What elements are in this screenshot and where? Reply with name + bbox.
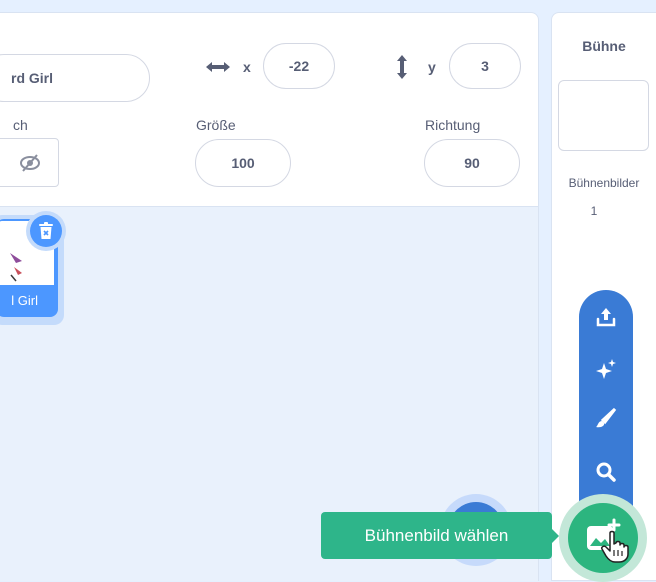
upload-icon — [596, 308, 616, 327]
trash-icon — [39, 222, 53, 239]
y-value: 3 — [481, 58, 489, 74]
search-icon — [596, 462, 616, 482]
sprite-figure-icon — [10, 253, 22, 282]
sprite-name-value: rd Girl — [11, 70, 54, 86]
eye-hidden-icon — [19, 153, 40, 172]
stage-title: Bühne — [582, 38, 626, 54]
hand-cursor-icon — [601, 530, 629, 563]
backdrops-count: 1 — [590, 204, 598, 218]
x-value: -22 — [288, 58, 310, 74]
surprise-icon — [596, 359, 616, 379]
backdrops-label: Bühnenbilder — [568, 176, 640, 190]
search-backdrop-button[interactable] — [579, 450, 633, 494]
x-input[interactable]: -22 — [263, 43, 335, 89]
tooltip-text: Bühnenbild wählen — [364, 525, 509, 545]
x-arrows-icon — [206, 62, 230, 72]
y-input[interactable]: 3 — [449, 43, 521, 89]
stage-thumbnail[interactable] — [558, 80, 649, 151]
hide-sprite-button[interactable] — [0, 138, 59, 187]
paint-backdrop-button[interactable] — [579, 396, 633, 440]
y-label: y — [428, 59, 436, 75]
delete-sprite-button[interactable] — [26, 211, 66, 251]
direction-value: 90 — [464, 155, 480, 171]
surprise-backdrop-button[interactable] — [579, 347, 633, 391]
y-arrows-icon — [397, 55, 407, 79]
tooltip-arrow — [552, 529, 559, 543]
x-label: x — [243, 59, 251, 75]
upload-backdrop-button[interactable] — [579, 295, 633, 339]
size-label: Größe — [196, 117, 236, 133]
show-label: ch — [13, 117, 28, 133]
direction-label: Richtung — [425, 117, 481, 133]
choose-backdrop-button[interactable] — [559, 494, 647, 582]
size-value: 100 — [231, 155, 255, 171]
size-input[interactable]: 100 — [195, 139, 291, 187]
direction-input[interactable]: 90 — [424, 139, 520, 187]
sprite-thumb-label: l Girl — [11, 293, 38, 308]
paint-icon — [596, 407, 617, 428]
backdrop-tooltip: Bühnenbild wählen — [321, 512, 559, 559]
sprite-name-field[interactable]: rd Girl — [0, 54, 150, 102]
sprite-info-panel: rd Girl x -22 y 3 ch Größe 100 Richtung … — [0, 12, 539, 207]
